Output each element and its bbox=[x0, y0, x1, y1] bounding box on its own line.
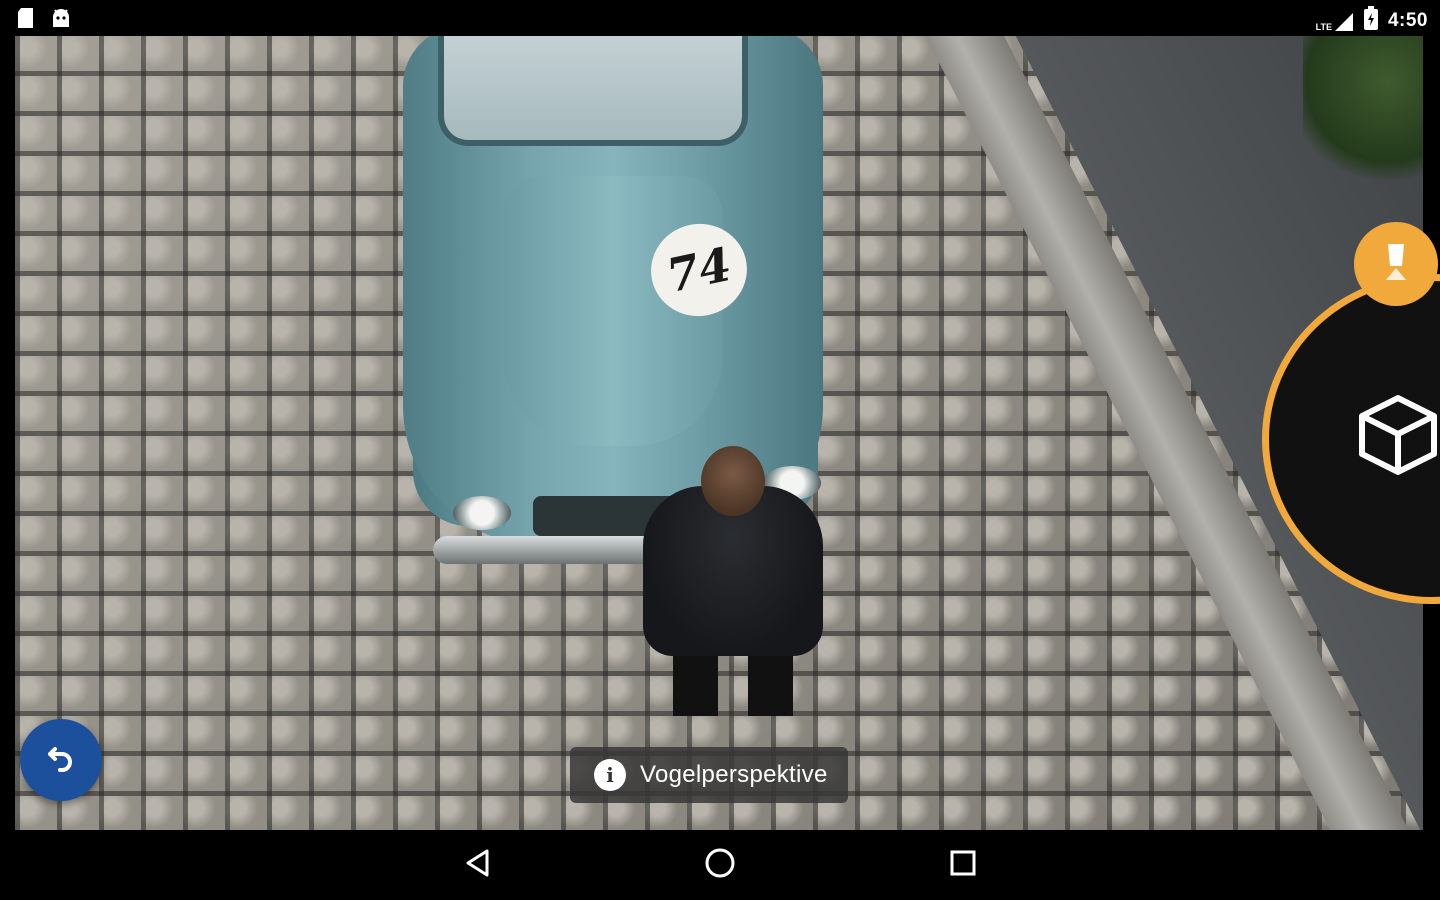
android-debug-icon bbox=[50, 7, 72, 34]
signal-icon: LTE bbox=[1316, 10, 1354, 32]
undo-button[interactable] bbox=[20, 719, 102, 801]
drone-mode-icon bbox=[1380, 242, 1412, 287]
status-bar-left bbox=[16, 7, 72, 34]
clock: 4:50 bbox=[1387, 9, 1428, 31]
recents-icon bbox=[949, 849, 977, 882]
back-icon bbox=[463, 848, 493, 883]
app-screen: LTE 4:50 74 i Vogelperspektive bbox=[0, 0, 1440, 900]
battery-icon bbox=[1363, 6, 1378, 35]
home-icon bbox=[704, 847, 736, 884]
info-toast: i Vogelperspektive bbox=[570, 747, 848, 803]
person-legs bbox=[663, 646, 803, 716]
status-bar-right: LTE 4:50 bbox=[1316, 6, 1428, 35]
info-icon: i bbox=[594, 759, 626, 791]
nav-recents-button[interactable] bbox=[945, 847, 981, 883]
camera-preview[interactable]: 74 bbox=[15, 36, 1423, 830]
network-type-label: LTE bbox=[1315, 21, 1332, 32]
grass bbox=[1303, 36, 1423, 186]
sd-card-icon bbox=[16, 7, 36, 34]
navigation-bar bbox=[0, 830, 1440, 900]
nav-home-button[interactable] bbox=[702, 847, 738, 883]
person-head bbox=[701, 446, 765, 516]
drone-mode-button[interactable] bbox=[1354, 222, 1438, 306]
person bbox=[633, 446, 833, 716]
nav-back-button[interactable] bbox=[460, 847, 496, 883]
toast-text: Vogelperspektive bbox=[640, 761, 828, 788]
undo-icon bbox=[46, 743, 76, 778]
cube-icon[interactable] bbox=[1356, 392, 1440, 481]
status-bar: LTE 4:50 bbox=[0, 0, 1440, 36]
car-windshield bbox=[438, 36, 748, 146]
car-headlight-left bbox=[453, 496, 511, 530]
